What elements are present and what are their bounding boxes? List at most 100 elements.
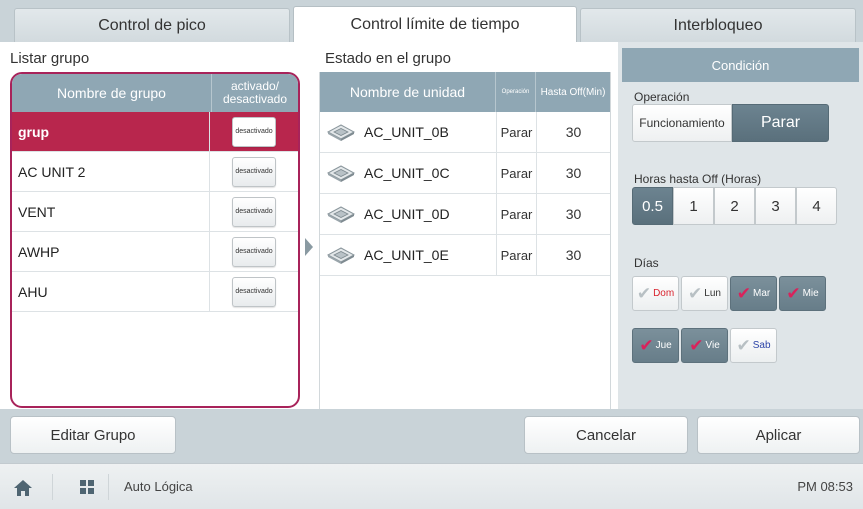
cassette-ac-icon [326,247,356,264]
group-toggle-button[interactable]: desactivado [232,116,276,147]
action-bar: Editar Grupo Cancelar Aplicar [0,409,863,463]
group-table: Nombre de grupo activado/ desactivado gr… [10,72,300,408]
day-label: Mie [802,288,819,299]
menu-grid-icon[interactable] [80,480,94,494]
operation-stop-option[interactable]: Parar [732,104,829,142]
condition-panel: Condición Operación Funcionamiento Parar … [618,42,863,409]
expand-arrow-icon [305,238,313,256]
group-status-cell: desactivado [209,232,298,271]
unit-name-cell: AC_UNIT_0D [320,194,496,234]
cancel-button[interactable]: Cancelar [524,416,688,454]
cassette-ac-icon [326,165,356,182]
unit-off-minutes: 30 [536,194,610,234]
group-row[interactable]: AWHP desactivado [12,232,298,272]
clock: PM 08:53 [797,479,853,494]
check-icon: ✔ [786,283,801,303]
unit-table: Nombre de unidad Operación Hasta Off(Min… [319,72,611,409]
unit-operation: Parar [496,194,536,234]
footer-bar: Auto Lógica PM 08:53 [0,463,863,509]
group-name: AHU [18,283,48,300]
unit-name: AC_UNIT_0D [364,206,450,222]
app-name: Auto Lógica [124,479,193,494]
day-label: Sab [752,340,771,351]
day-label: Mar [753,288,771,299]
day-toggle-vie[interactable]: ✔ Vie [681,328,728,363]
check-icon: ✔ [639,335,654,355]
main-content: Listar grupo Nombre de grupo activado/ d… [0,42,863,409]
day-label: Jue [655,340,672,351]
check-icon: ✔ [736,335,751,355]
unit-row[interactable]: AC_UNIT_0B Parar 30 [320,112,610,153]
unit-off-minutes: 30 [536,153,610,193]
unit-name: AC_UNIT_0E [364,247,449,263]
cassette-ac-icon [326,124,356,141]
unit-name-cell: AC_UNIT_0B [320,112,496,152]
group-toggle-button[interactable]: desactivado [232,276,276,307]
operation-run-option[interactable]: Funcionamiento [632,104,732,142]
unit-operation: Parar [496,153,536,193]
unit-off-minutes: 30 [536,112,610,152]
unit-row[interactable]: AC_UNIT_0C Parar 30 [320,153,610,194]
group-status-cell: desactivado [209,192,298,231]
group-row[interactable]: grup desactivado [12,112,298,152]
unit-name-cell: AC_UNIT_0C [320,153,496,193]
hours-option[interactable]: 0.5 [632,187,673,225]
group-row[interactable]: AHU desactivado [12,272,298,312]
group-name: VENT [18,203,56,220]
group-row[interactable]: VENT desactivado [12,192,298,232]
day-toggle-lun[interactable]: ✔ Lun [681,276,728,311]
unit-table-header: Nombre de unidad Operación Hasta Off(Min… [320,72,610,112]
tab-time-limit-control[interactable]: Control límite de tiempo [293,6,577,42]
tab-interlock[interactable]: Interbloqueo [580,8,856,42]
day-toggle-sab[interactable]: ✔ Sab [730,328,777,363]
edit-group-button[interactable]: Editar Grupo [10,416,176,454]
hours-option[interactable]: 2 [714,187,755,225]
tab-bar: Control de pico Control límite de tiempo… [0,0,863,42]
home-icon[interactable] [12,477,34,499]
group-name: AWHP [18,243,60,260]
group-status-header: activado/ desactivado [222,79,288,106]
hours-option[interactable]: 4 [796,187,837,225]
day-toggle-jue[interactable]: ✔ Jue [632,328,679,363]
day-toggle-mar[interactable]: ✔ Mar [730,276,777,311]
group-row[interactable]: AC UNIT 2 desactivado [12,152,298,192]
unit-name-cell: AC_UNIT_0E [320,235,496,275]
operation-selector: Funcionamiento Parar [632,104,829,142]
group-status-cell: desactivado [209,112,298,151]
check-icon: ✔ [736,283,751,303]
check-icon: ✔ [636,283,652,303]
day-label: Dom [653,288,675,299]
day-label: Vie [705,340,720,351]
hours-off-selector: 0.5 1 2 3 4 [632,187,837,225]
apply-button[interactable]: Aplicar [697,416,860,454]
group-toggle-button[interactable]: desactivado [232,196,276,227]
unit-row[interactable]: AC_UNIT_0E Parar 30 [320,235,610,276]
group-table-header: Nombre de grupo activado/ desactivado [12,74,298,112]
tab-peak-control[interactable]: Control de pico [14,8,290,42]
day-toggle-dom[interactable]: ✔ Dom [632,276,679,311]
unit-name: AC_UNIT_0B [364,124,449,140]
hours-option[interactable]: 3 [755,187,796,225]
hours-option[interactable]: 1 [673,187,714,225]
group-toggle-button[interactable]: desactivado [232,236,276,267]
unit-name-header: Nombre de unidad [320,72,496,112]
day-label: Lun [704,288,721,299]
off-minutes-header: Hasta Off(Min) [540,86,606,98]
unit-off-minutes: 30 [536,235,610,275]
operation-label: Operación [634,90,690,104]
unit-operation: Parar [496,112,536,152]
unit-operation: Parar [496,235,536,275]
unit-row[interactable]: AC_UNIT_0D Parar 30 [320,194,610,235]
check-icon: ✔ [689,335,704,355]
condition-title: Condición [622,48,859,82]
check-icon: ✔ [688,283,703,303]
group-list-title: Listar grupo [10,50,90,67]
operation-header: Operación [496,72,536,112]
hours-off-label: Horas hasta Off (Horas) [634,172,762,186]
group-toggle-button[interactable]: desactivado [232,156,276,187]
group-name-header: Nombre de grupo [12,74,212,112]
cassette-ac-icon [326,206,356,223]
group-state-title: Estado en el grupo [325,50,451,67]
day-toggle-mie[interactable]: ✔ Mie [779,276,826,311]
unit-name: AC_UNIT_0C [364,165,450,181]
